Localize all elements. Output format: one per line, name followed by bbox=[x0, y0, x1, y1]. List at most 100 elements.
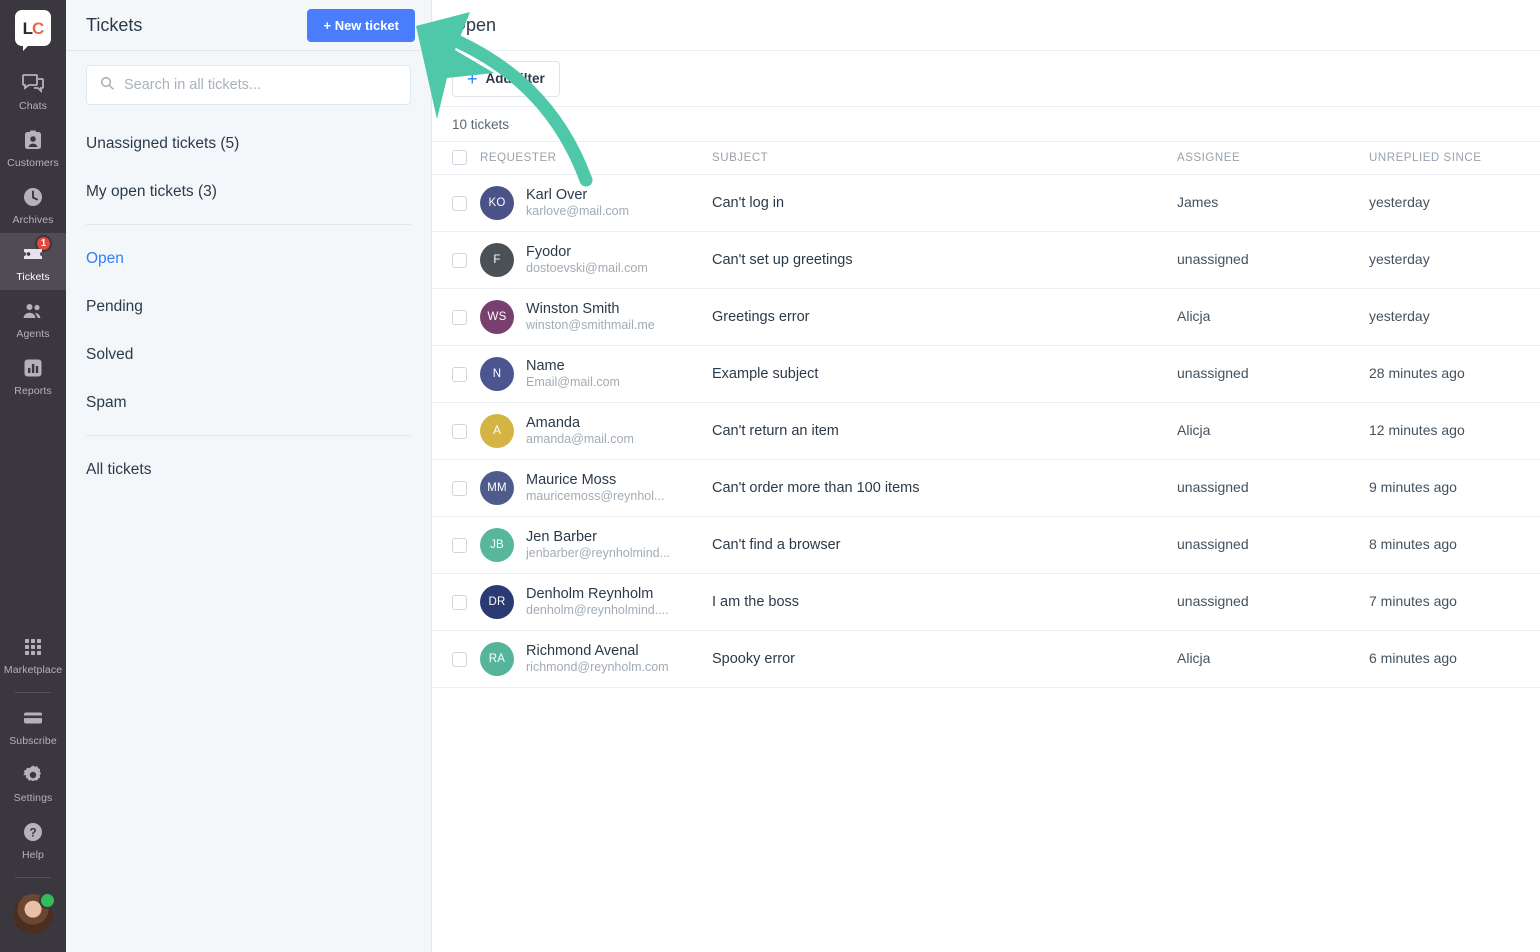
subscribe-icon bbox=[21, 706, 45, 730]
assignee-cell: James bbox=[1177, 174, 1369, 232]
row-checkbox[interactable] bbox=[452, 651, 467, 667]
avatar: MM bbox=[480, 471, 514, 505]
sidebar-item-solved[interactable]: Solved bbox=[86, 330, 411, 378]
ticket-subject: Can't find a browser bbox=[712, 537, 841, 553]
table-row[interactable]: RA Richmond Avenal richmond@reynholm.com Sp… bbox=[432, 630, 1540, 688]
subject-cell: Can't log in bbox=[712, 174, 1177, 232]
row-checkbox[interactable] bbox=[452, 594, 467, 610]
sidebar-item-all-tickets[interactable]: All tickets bbox=[86, 445, 411, 493]
sidebar-item-my-open-tickets[interactable]: My open tickets (3) bbox=[86, 167, 411, 215]
table-row[interactable]: KO Karl Over karlove@mail.com Can't log in J… bbox=[432, 174, 1540, 232]
rail-item-tickets[interactable]: 1 Tickets bbox=[0, 233, 66, 290]
row-select-cell bbox=[432, 630, 480, 688]
unreplied-since-cell: yesterday bbox=[1369, 231, 1540, 289]
rail-item-customers[interactable]: Customers bbox=[0, 119, 66, 176]
avatar: RA bbox=[480, 642, 514, 676]
requester-email: amanda@mail.com bbox=[526, 432, 634, 447]
requester-name: Richmond Avenal bbox=[526, 643, 639, 660]
add-filter-button[interactable]: + Add filter bbox=[452, 60, 560, 97]
ticket-subject: Can't set up greetings bbox=[712, 252, 853, 268]
rail-label-archives: Archives bbox=[12, 214, 54, 226]
sidebar-item-spam[interactable]: Spam bbox=[86, 378, 411, 426]
requester-email: mauricemoss@reynhol... bbox=[526, 489, 665, 504]
rail-label-chats: Chats bbox=[19, 100, 47, 112]
customers-icon bbox=[21, 128, 45, 152]
tickets-table: REQUESTER SUBJECT ASSIGNEE UNREPLIED SIN… bbox=[432, 142, 1540, 688]
row-checkbox[interactable] bbox=[452, 480, 467, 496]
tickets-table-body: KO Karl Over karlove@mail.com Can't log in J… bbox=[432, 174, 1540, 688]
assignee-cell: unassigned bbox=[1177, 516, 1369, 574]
table-row[interactable]: WS Winston Smith winston@smithmail.me Greet… bbox=[432, 288, 1540, 346]
requester-text: Amanda amanda@mail.com bbox=[526, 414, 634, 448]
requester-text: Jen Barber jenbarber@reynholmind... bbox=[526, 528, 670, 562]
rail-item-subscribe[interactable]: Subscribe bbox=[0, 697, 66, 754]
row-checkbox[interactable] bbox=[452, 309, 467, 325]
column-header-requester[interactable]: REQUESTER bbox=[480, 142, 712, 175]
requester-email: winston@smithmail.me bbox=[526, 318, 655, 333]
rail-item-agents[interactable]: Agents bbox=[0, 290, 66, 347]
unreplied-since-value: yesterday bbox=[1369, 251, 1430, 267]
requester-name: Karl Over bbox=[526, 187, 588, 204]
row-checkbox[interactable] bbox=[452, 423, 467, 439]
search-box[interactable] bbox=[86, 65, 411, 105]
rail-label-reports: Reports bbox=[14, 385, 52, 397]
search-wrapper bbox=[66, 51, 431, 105]
table-row[interactable]: DR Denholm Reynholm denholm@reynholmind...… bbox=[432, 573, 1540, 631]
subject-cell: Example subject bbox=[712, 345, 1177, 403]
row-checkbox[interactable] bbox=[452, 252, 467, 268]
row-checkbox[interactable] bbox=[452, 195, 467, 211]
current-user-avatar[interactable] bbox=[13, 892, 56, 934]
requester-cell: JB Jen Barber jenbarber@reynholmind... bbox=[480, 516, 712, 574]
plus-icon: + bbox=[467, 68, 478, 89]
rail-item-help[interactable]: ? Help bbox=[0, 811, 66, 868]
rail-item-reports[interactable]: Reports bbox=[0, 347, 66, 404]
avatar: JB bbox=[480, 528, 514, 562]
rail-label-subscribe: Subscribe bbox=[9, 735, 57, 747]
requester-cell: KO Karl Over karlove@mail.com bbox=[480, 174, 712, 232]
app-root: LC Chats Customers Archives 1 Tickets Ag… bbox=[0, 0, 1540, 952]
unreplied-since-cell: 9 minutes ago bbox=[1369, 459, 1540, 517]
ticket-subject: Example subject bbox=[712, 366, 819, 382]
search-input[interactable] bbox=[124, 77, 398, 93]
row-checkbox[interactable] bbox=[452, 366, 467, 382]
column-header-subject[interactable]: SUBJECT bbox=[712, 142, 1177, 175]
subject-cell: Spooky error bbox=[712, 630, 1177, 688]
livechat-logo: LC bbox=[15, 10, 51, 51]
rail-divider-1 bbox=[15, 692, 51, 693]
table-row[interactable]: A Amanda amanda@mail.com Can't return an it… bbox=[432, 402, 1540, 460]
requester-text: Richmond Avenal richmond@reynholm.com bbox=[526, 642, 669, 676]
logo-letter-c: C bbox=[32, 18, 44, 38]
table-row[interactable]: MM Maurice Moss mauricemoss@reynhol... Can'… bbox=[432, 459, 1540, 517]
table-row[interactable]: F Fyodor dostoevski@mail.com Can't set up g… bbox=[432, 231, 1540, 289]
avatar: A bbox=[480, 414, 514, 448]
sidebar-item-open[interactable]: Open bbox=[86, 234, 411, 282]
rail-item-settings[interactable]: Settings bbox=[0, 754, 66, 811]
rail-label-agents: Agents bbox=[16, 328, 50, 340]
row-checkbox[interactable] bbox=[452, 537, 467, 553]
table-row[interactable]: N Name Email@mail.com Example subject unassi… bbox=[432, 345, 1540, 403]
avatar: N bbox=[480, 357, 514, 391]
table-row[interactable]: JB Jen Barber jenbarber@reynholmind... Can'… bbox=[432, 516, 1540, 574]
rail-bottom-group: Marketplace Subscribe Settings ? Help bbox=[0, 626, 66, 952]
add-filter-label: Add filter bbox=[485, 71, 545, 86]
rail-divider-2 bbox=[15, 877, 51, 878]
new-ticket-button[interactable]: + New ticket bbox=[307, 8, 415, 42]
select-all-header bbox=[432, 142, 480, 175]
rail-label-settings: Settings bbox=[13, 792, 53, 804]
assignee-cell: Alicja bbox=[1177, 402, 1369, 460]
rail-item-archives[interactable]: Archives bbox=[0, 176, 66, 233]
rail-item-chats[interactable]: Chats bbox=[0, 62, 66, 119]
chats-icon bbox=[21, 71, 45, 95]
requester-cell: F Fyodor dostoevski@mail.com bbox=[480, 231, 712, 289]
column-header-assignee[interactable]: ASSIGNEE bbox=[1177, 142, 1369, 175]
sidebar-item-unassigned-tickets[interactable]: Unassigned tickets (5) bbox=[86, 119, 411, 167]
requester-cell: N Name Email@mail.com bbox=[480, 345, 712, 403]
reports-icon bbox=[21, 356, 45, 380]
subject-cell: Can't order more than 100 items bbox=[712, 459, 1177, 517]
requester-name: Winston Smith bbox=[526, 301, 620, 318]
rail-item-marketplace[interactable]: Marketplace bbox=[0, 626, 66, 683]
column-header-unreplied-since[interactable]: UNREPLIED SINCE bbox=[1369, 142, 1540, 175]
sidebar-item-pending[interactable]: Pending bbox=[86, 282, 411, 330]
select-all-checkbox[interactable] bbox=[452, 150, 467, 165]
assignee-value: unassigned bbox=[1177, 479, 1249, 495]
